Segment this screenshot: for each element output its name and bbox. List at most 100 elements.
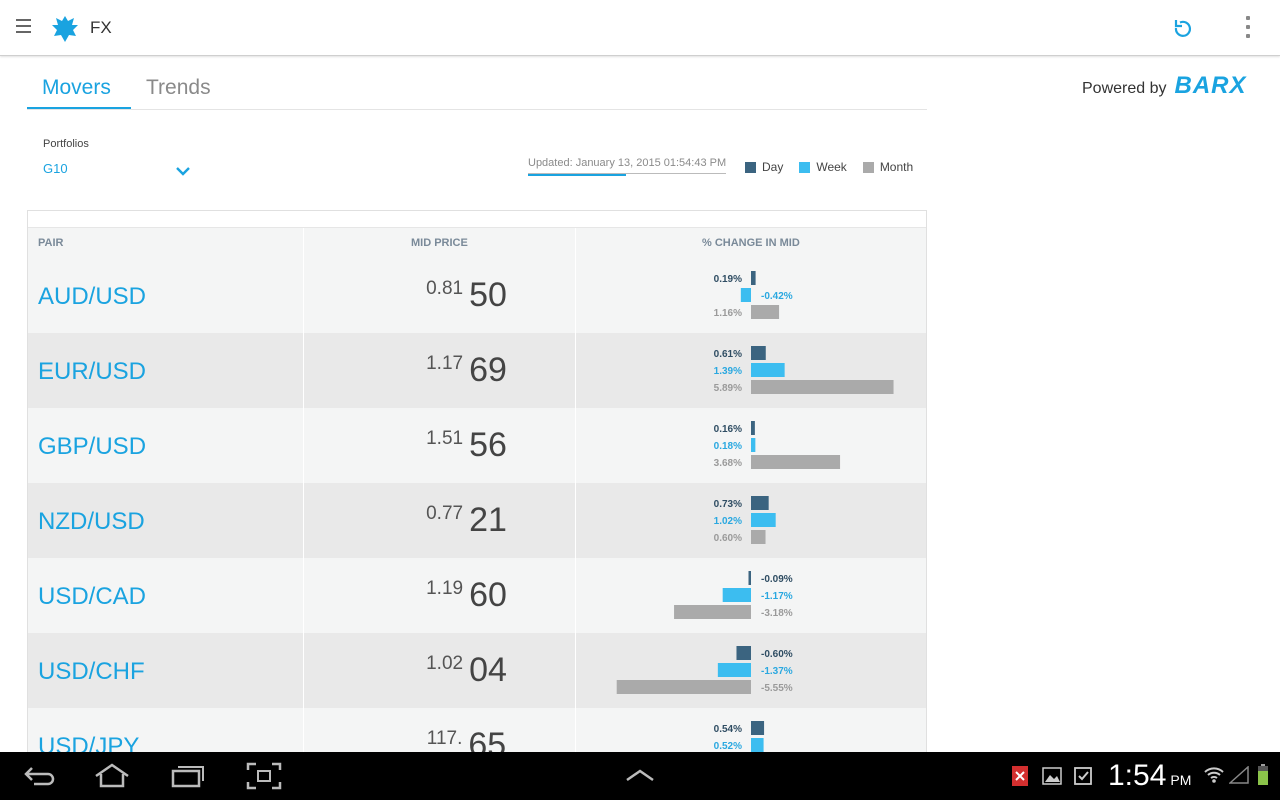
legend-swatch-day — [745, 161, 756, 173]
bar-label-day: 0.16% — [714, 424, 742, 435]
table-row[interactable]: EUR/USD 1.17 69 0.61% 1.39% 5.89% — [28, 333, 926, 408]
column-divider — [303, 633, 304, 708]
wifi-icon — [1204, 767, 1224, 783]
mid-price: 1.17 69 — [328, 351, 605, 390]
tab-movers[interactable]: Movers — [42, 76, 111, 100]
bar-day — [751, 421, 755, 435]
mid-price: 117. 65 — [328, 726, 605, 752]
bar-label-day: -0.60% — [761, 649, 793, 660]
bar-label-day: 0.19% — [714, 274, 742, 285]
table-body: AUD/USD 0.81 50 0.19% -0.42% 1.16% EUR/USD 1.17… — [28, 258, 926, 752]
column-divider — [303, 408, 304, 483]
bar-label-month: 3.68% — [714, 458, 742, 469]
clipboard-check-icon — [1074, 767, 1092, 785]
bar-label-week: 1.02% — [714, 516, 742, 527]
bar-week — [722, 588, 751, 602]
pair-name[interactable]: NZD/USD — [38, 508, 145, 536]
system-nav-bar — [0, 752, 1280, 800]
app-bar: FX — [0, 0, 1280, 56]
home-icon[interactable] — [92, 762, 132, 790]
chevron-up-icon[interactable] — [624, 762, 656, 790]
pair-name[interactable]: GBP/USD — [38, 433, 146, 461]
pair-name[interactable]: USD/CHF — [38, 658, 145, 686]
pair-name[interactable]: USD/JPY — [38, 733, 139, 752]
bar-label-day: -0.09% — [761, 574, 793, 585]
gallery-notification-icon — [1042, 767, 1062, 785]
table-row[interactable]: USD/CAD 1.19 60 -0.09% -1.17% -3.18% — [28, 558, 926, 633]
bar-label-day: 0.54% — [714, 724, 742, 735]
mid-price-small: 0.77 — [426, 503, 464, 524]
bar-label-month: 5.89% — [714, 383, 742, 394]
mid-price-big: 69 — [469, 351, 507, 389]
barclays-eagle-logo — [52, 16, 78, 42]
bar-week — [751, 513, 776, 527]
legend-month: Month — [862, 160, 913, 174]
mid-price-small: 1.02 — [426, 653, 464, 674]
bar-label-week: 0.18% — [714, 441, 742, 452]
tab-bar: Movers Trends — [27, 60, 927, 110]
portfolio-dropdown[interactable]: G10 — [43, 161, 68, 176]
chevron-down-icon[interactable] — [176, 167, 190, 176]
change-chart: -0.60% -1.37% -5.55% — [576, 633, 926, 708]
bar-label-day: 0.61% — [714, 349, 742, 360]
overflow-menu-icon[interactable] — [1244, 16, 1252, 40]
table-header: PAIR MID PRICE % CHANGE IN MID — [28, 228, 926, 258]
bar-month — [751, 530, 766, 544]
menu-icon[interactable] — [16, 19, 31, 35]
bar-week — [751, 363, 785, 377]
pair-name[interactable]: USD/CAD — [38, 583, 146, 611]
status-clock: 1:54 PM — [1108, 759, 1191, 793]
column-divider — [303, 558, 304, 633]
legend-swatch-month — [862, 161, 874, 173]
bar-day — [751, 496, 769, 510]
mid-price-big: 04 — [469, 651, 507, 689]
refresh-icon[interactable] — [1171, 17, 1195, 41]
bar-label-month: 1.16% — [714, 308, 742, 319]
bar-label-month: -5.55% — [761, 683, 793, 694]
pair-name[interactable]: EUR/USD — [38, 358, 146, 386]
change-chart: 0.19% -0.42% 1.16% — [576, 258, 926, 333]
bar-label-week: -1.17% — [761, 591, 793, 602]
recent-apps-icon[interactable] — [170, 762, 206, 790]
bar-day — [751, 271, 756, 285]
bar-week — [717, 663, 751, 677]
notification-error-icon — [1012, 766, 1028, 786]
bar-label-week: 1.39% — [714, 366, 742, 377]
pair-name[interactable]: AUD/USD — [38, 283, 146, 311]
back-icon[interactable] — [22, 762, 56, 790]
bar-day — [748, 571, 751, 585]
mid-price-big: 56 — [469, 426, 507, 464]
table-row[interactable]: GBP/USD 1.51 56 0.16% 0.18% 3.68% — [28, 408, 926, 483]
tab-trends[interactable]: Trends — [146, 76, 211, 100]
powered-by: Powered by BARX — [1082, 72, 1247, 100]
column-divider — [575, 228, 576, 258]
table-row[interactable]: AUD/USD 0.81 50 0.19% -0.42% 1.16% — [28, 258, 926, 333]
mid-price-small: 1.17 — [426, 353, 464, 374]
mid-price: 0.81 50 — [328, 276, 605, 315]
change-chart: -0.09% -1.17% -3.18% — [576, 558, 926, 633]
change-chart: 0.16% 0.18% 3.68% — [576, 408, 926, 483]
legend: Day Week Month — [745, 160, 929, 174]
header-mid-price: MID PRICE — [411, 237, 468, 249]
table-row[interactable]: NZD/USD 0.77 21 0.73% 1.02% 0.60% — [28, 483, 926, 558]
screenshot-icon[interactable] — [246, 762, 282, 790]
mid-price: 1.02 04 — [328, 651, 605, 690]
active-tab-indicator — [27, 107, 131, 109]
mid-price-small: 1.19 — [426, 578, 464, 599]
bar-week — [751, 438, 756, 452]
column-divider — [303, 708, 304, 752]
change-chart: 0.73% 1.02% 0.60% — [576, 483, 926, 558]
updated-timestamp: Updated: January 13, 2015 01:54:43 PM — [528, 157, 727, 174]
bar-month — [751, 455, 841, 469]
header-pair: PAIR — [38, 237, 64, 249]
table-row[interactable]: USD/JPY 117. 65 0.54% 0.52% — [28, 708, 926, 752]
change-chart: 0.54% 0.52% — [576, 708, 926, 752]
mid-price: 1.19 60 — [328, 576, 605, 615]
bar-label-week: -1.37% — [761, 666, 793, 677]
table-row[interactable]: USD/CHF 1.02 04 -0.60% -1.37% -5.55% — [28, 633, 926, 708]
header-change: % CHANGE IN MID — [702, 237, 800, 249]
table-top-strip — [28, 211, 926, 228]
column-divider — [303, 333, 304, 408]
bar-week — [751, 738, 764, 752]
signal-icon — [1229, 766, 1249, 784]
